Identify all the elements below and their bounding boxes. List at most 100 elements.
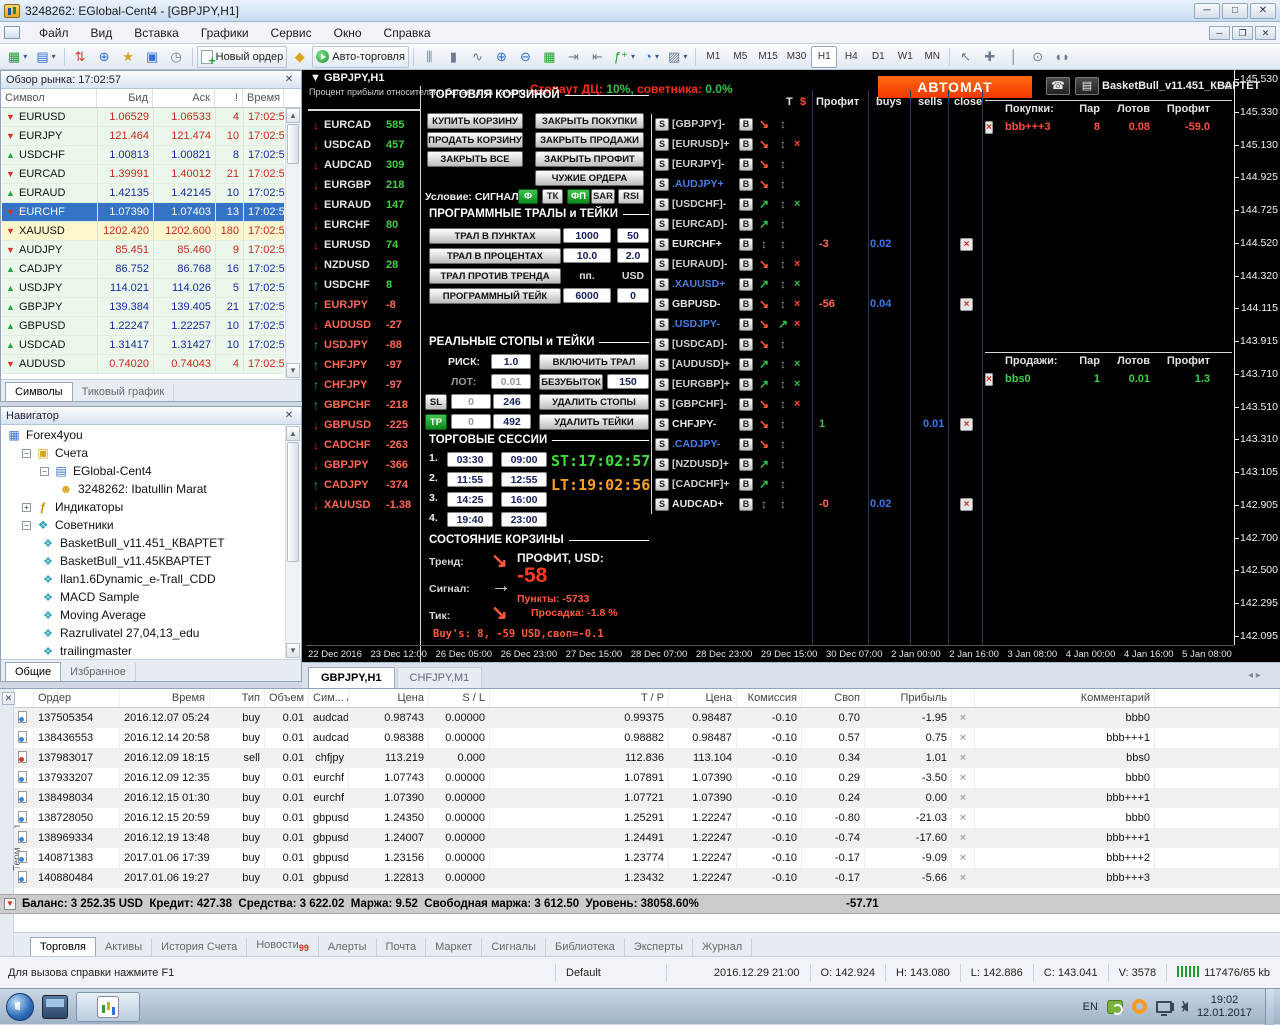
menu-item[interactable]: Справка <box>373 23 442 43</box>
buy-button[interactable]: B <box>739 277 753 291</box>
tile-windows-icon[interactable]: ▦ <box>538 46 561 68</box>
navigator-tree-item[interactable]: EGlobal-Cent4 <box>2 462 284 480</box>
terminal-tab[interactable]: Алерты <box>319 938 377 956</box>
navigator-tree-item[interactable]: Forex4you <box>2 426 284 444</box>
tp-button[interactable]: TP <box>425 414 447 430</box>
close-symbol-button[interactable] <box>960 417 973 431</box>
chat-icon[interactable]: ◖◗ <box>1050 46 1074 68</box>
session-from-input[interactable] <box>447 492 493 507</box>
timeframe-button[interactable]: D1 <box>865 46 891 68</box>
sell-button[interactable]: S <box>655 497 669 511</box>
minimize-button[interactable]: ─ <box>1194 2 1220 19</box>
buy-button[interactable]: B <box>739 137 753 151</box>
navigator-tree-item[interactable]: MACD Sample <box>2 588 284 606</box>
scroll-up-icon[interactable]: ▲ <box>286 426 300 441</box>
condition-toggle-button[interactable]: RSI <box>618 189 644 204</box>
close-sells-button[interactable]: ЗАКРЫТЬ ПРОДАЖИ <box>535 132 644 148</box>
close-basket-button[interactable] <box>985 373 993 386</box>
risk-input[interactable] <box>491 354 531 369</box>
magnifier-icon[interactable]: ⊙ <box>1026 46 1049 68</box>
navigator-tree-item[interactable]: Счета <box>2 444 284 462</box>
terminal-tab[interactable]: Эксперты <box>625 938 694 956</box>
buy-button[interactable]: B <box>739 237 753 251</box>
strategy-tester-icon[interactable]: ◷ <box>165 46 188 68</box>
timeframe-button[interactable]: M30 <box>783 46 810 68</box>
market-watch-row[interactable]: AUDUSD 0.74020 0.74043 4 17:02:57 <box>2 355 284 374</box>
navigator-tree-item[interactable]: BasketBull_v11.45КВАРТЕТ <box>2 552 284 570</box>
tp-input-1[interactable] <box>451 414 491 429</box>
tral-value-2[interactable] <box>617 228 649 243</box>
candle-chart-icon[interactable]: ▮ <box>442 46 465 68</box>
menu-item[interactable]: Файл <box>28 23 80 43</box>
menu-item[interactable]: Вид <box>80 23 124 43</box>
expand-toggle-icon[interactable] <box>22 448 31 458</box>
sell-basket-button[interactable]: ПРОДАТЬ КОРЗИНУ <box>427 132 523 148</box>
market-watch-row[interactable]: GBPUSD 1.22247 1.22257 10 17:02:57 <box>2 317 284 336</box>
tral-value-2[interactable] <box>617 288 649 303</box>
sell-button[interactable]: S <box>655 457 669 471</box>
scroll-thumb[interactable] <box>287 124 299 164</box>
market-watch-scrollbar[interactable]: ▲ ▼ <box>285 108 300 378</box>
tral-value-2[interactable] <box>617 268 649 283</box>
terminal-tab[interactable]: Библиотека <box>546 938 625 956</box>
close-order-icon[interactable]: × <box>952 868 975 888</box>
indicators-button[interactable]: ƒ⁺ ▾ <box>610 46 639 68</box>
navigator-icon[interactable]: ★ <box>117 46 140 68</box>
timeframe-button[interactable]: H4 <box>838 46 864 68</box>
market-watch-row[interactable]: USDJPY 114.021 114.026 5 17:02:57 <box>2 279 284 298</box>
lot-input[interactable] <box>491 374 531 389</box>
market-watch-row[interactable]: EURCAD 1.39991 1.40012 21 17:02:57 <box>2 165 284 184</box>
chart-shift-icon[interactable]: ⇤ <box>586 46 609 68</box>
timeframe-button[interactable]: MN <box>919 46 945 68</box>
navigator-tree-item[interactable]: Razrulivatel 27,04,13_edu <box>2 624 284 642</box>
zoom-out-icon[interactable]: ⊖ <box>514 46 537 68</box>
market-watch-row[interactable]: AUDJPY 85.451 85.460 9 17:02:56 <box>2 241 284 260</box>
close-button[interactable]: ✕ <box>1250 2 1276 19</box>
gpu-tray-icon[interactable] <box>1106 999 1123 1015</box>
foreign-orders-button[interactable]: ЧУЖИЕ ОРДЕРА <box>535 170 644 186</box>
close-all-button[interactable]: ЗАКРЫТЬ ВСЕ <box>427 151 523 167</box>
order-row[interactable]: 137933207 2016.12.09 12:35:37 buy 0.01 e… <box>14 768 1280 788</box>
buy-button[interactable]: B <box>739 297 753 311</box>
close-order-icon[interactable]: × <box>952 808 975 828</box>
order-row[interactable]: 138498034 2016.12.15 01:30:56 buy 0.01 e… <box>14 788 1280 808</box>
navigator-tree-item[interactable]: BasketBull_v11.451_КВАРТЕТ <box>2 534 284 552</box>
sell-button[interactable]: S <box>655 197 669 211</box>
templates-button[interactable]: ▨ ▾ <box>664 46 691 68</box>
market-watch-tab[interactable]: Тиковый график <box>73 383 175 401</box>
market-watch-row[interactable]: GBPJPY 139.384 139.405 21 17:02:57 <box>2 298 284 317</box>
order-row[interactable]: 140880484 2017.01.06 19:27:27 buy 0.01 g… <box>14 868 1280 888</box>
order-row[interactable]: 137983017 2016.12.09 18:15:30 sell 0.01 … <box>14 748 1280 768</box>
scroll-down-icon[interactable]: ▼ <box>286 643 300 658</box>
expand-toggle-icon[interactable] <box>22 502 31 512</box>
sl-button[interactable]: SL <box>425 394 447 410</box>
taskbar-app-icon[interactable] <box>42 994 68 1019</box>
updater-tray-icon[interactable] <box>1131 999 1147 1014</box>
tral-value-2[interactable] <box>617 248 649 263</box>
buy-button[interactable]: B <box>739 477 753 491</box>
mdi-minimize-button[interactable]: ─ <box>1209 25 1230 40</box>
close-order-icon[interactable]: × <box>952 728 975 748</box>
timeframe-button[interactable]: M5 <box>727 46 753 68</box>
menu-item[interactable]: Графики <box>190 23 260 43</box>
terminal-tab[interactable]: Почта <box>377 938 427 956</box>
session-from-input[interactable] <box>447 512 493 527</box>
sell-button[interactable]: S <box>655 437 669 451</box>
close-symbol-button[interactable] <box>960 297 973 311</box>
buy-button[interactable]: B <box>739 217 753 231</box>
session-to-input[interactable] <box>501 512 547 527</box>
tral-button[interactable]: ТРАЛ ПРОТИВ ТРЕНДА <box>429 268 561 284</box>
navigator-tab[interactable]: Общие <box>5 662 62 681</box>
buy-button[interactable]: B <box>739 117 753 131</box>
terminal-tab[interactable]: Активы <box>96 938 153 956</box>
close-order-icon[interactable]: × <box>952 708 975 728</box>
auto-scroll-icon[interactable]: ⇥ <box>562 46 585 68</box>
market-watch-row[interactable]: USDCAD 1.31417 1.31427 10 17:02:57 <box>2 336 284 355</box>
buy-button[interactable]: B <box>739 157 753 171</box>
enable-tral-button[interactable]: ВКЛЮЧИТЬ ТРАЛ <box>539 354 649 370</box>
tral-value-1[interactable] <box>563 288 611 303</box>
show-desktop-button[interactable] <box>1265 988 1274 1025</box>
chart-symbol-label[interactable]: ▼ GBPJPY,H1 <box>310 72 384 84</box>
session-to-input[interactable] <box>501 472 547 487</box>
timeframe-button[interactable]: M15 <box>754 46 781 68</box>
